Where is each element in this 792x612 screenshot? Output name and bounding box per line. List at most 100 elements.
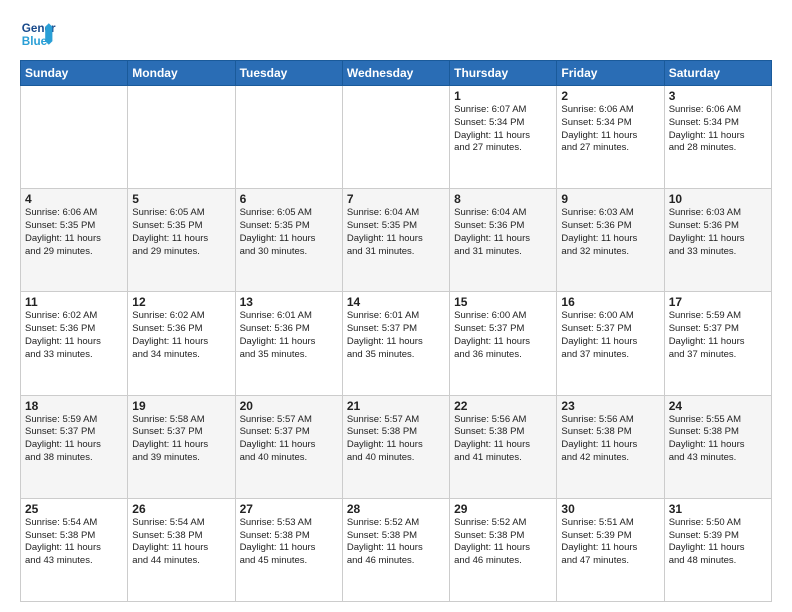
calendar-cell: 9Sunrise: 6:03 AM Sunset: 5:36 PM Daylig… bbox=[557, 189, 664, 292]
day-info: Sunrise: 5:59 AM Sunset: 5:37 PM Dayligh… bbox=[669, 310, 767, 361]
day-number: 4 bbox=[25, 192, 123, 206]
day-header-saturday: Saturday bbox=[664, 61, 771, 86]
day-info: Sunrise: 6:03 AM Sunset: 5:36 PM Dayligh… bbox=[669, 207, 767, 258]
logo-icon: General Blue bbox=[20, 16, 56, 52]
day-header-thursday: Thursday bbox=[450, 61, 557, 86]
calendar-cell: 13Sunrise: 6:01 AM Sunset: 5:36 PM Dayli… bbox=[235, 292, 342, 395]
day-info: Sunrise: 5:56 AM Sunset: 5:38 PM Dayligh… bbox=[454, 414, 552, 465]
calendar-cell: 12Sunrise: 6:02 AM Sunset: 5:36 PM Dayli… bbox=[128, 292, 235, 395]
day-info: Sunrise: 5:52 AM Sunset: 5:38 PM Dayligh… bbox=[347, 517, 445, 568]
day-number: 16 bbox=[561, 295, 659, 309]
calendar-cell: 2Sunrise: 6:06 AM Sunset: 5:34 PM Daylig… bbox=[557, 86, 664, 189]
day-info: Sunrise: 5:58 AM Sunset: 5:37 PM Dayligh… bbox=[132, 414, 230, 465]
logo: General Blue bbox=[20, 16, 58, 52]
day-info: Sunrise: 6:04 AM Sunset: 5:35 PM Dayligh… bbox=[347, 207, 445, 258]
day-info: Sunrise: 6:04 AM Sunset: 5:36 PM Dayligh… bbox=[454, 207, 552, 258]
day-number: 1 bbox=[454, 89, 552, 103]
day-info: Sunrise: 5:57 AM Sunset: 5:38 PM Dayligh… bbox=[347, 414, 445, 465]
calendar-cell: 4Sunrise: 6:06 AM Sunset: 5:35 PM Daylig… bbox=[21, 189, 128, 292]
calendar-cell: 26Sunrise: 5:54 AM Sunset: 5:38 PM Dayli… bbox=[128, 498, 235, 601]
calendar-week-4: 18Sunrise: 5:59 AM Sunset: 5:37 PM Dayli… bbox=[21, 395, 772, 498]
calendar-cell: 14Sunrise: 6:01 AM Sunset: 5:37 PM Dayli… bbox=[342, 292, 449, 395]
day-number: 9 bbox=[561, 192, 659, 206]
calendar-cell: 3Sunrise: 6:06 AM Sunset: 5:34 PM Daylig… bbox=[664, 86, 771, 189]
calendar-cell: 19Sunrise: 5:58 AM Sunset: 5:37 PM Dayli… bbox=[128, 395, 235, 498]
calendar-cell bbox=[235, 86, 342, 189]
calendar-cell: 20Sunrise: 5:57 AM Sunset: 5:37 PM Dayli… bbox=[235, 395, 342, 498]
day-info: Sunrise: 5:53 AM Sunset: 5:38 PM Dayligh… bbox=[240, 517, 338, 568]
day-number: 6 bbox=[240, 192, 338, 206]
calendar-cell: 10Sunrise: 6:03 AM Sunset: 5:36 PM Dayli… bbox=[664, 189, 771, 292]
day-number: 29 bbox=[454, 502, 552, 516]
day-number: 11 bbox=[25, 295, 123, 309]
calendar-cell: 1Sunrise: 6:07 AM Sunset: 5:34 PM Daylig… bbox=[450, 86, 557, 189]
calendar-cell: 15Sunrise: 6:00 AM Sunset: 5:37 PM Dayli… bbox=[450, 292, 557, 395]
calendar-cell: 23Sunrise: 5:56 AM Sunset: 5:38 PM Dayli… bbox=[557, 395, 664, 498]
day-number: 13 bbox=[240, 295, 338, 309]
calendar-cell bbox=[21, 86, 128, 189]
calendar-table: SundayMondayTuesdayWednesdayThursdayFrid… bbox=[20, 60, 772, 602]
day-info: Sunrise: 6:03 AM Sunset: 5:36 PM Dayligh… bbox=[561, 207, 659, 258]
day-header-friday: Friday bbox=[557, 61, 664, 86]
day-number: 5 bbox=[132, 192, 230, 206]
day-info: Sunrise: 6:01 AM Sunset: 5:36 PM Dayligh… bbox=[240, 310, 338, 361]
calendar-cell bbox=[342, 86, 449, 189]
day-header-wednesday: Wednesday bbox=[342, 61, 449, 86]
day-info: Sunrise: 5:51 AM Sunset: 5:39 PM Dayligh… bbox=[561, 517, 659, 568]
calendar-cell: 6Sunrise: 6:05 AM Sunset: 5:35 PM Daylig… bbox=[235, 189, 342, 292]
calendar-cell: 31Sunrise: 5:50 AM Sunset: 5:39 PM Dayli… bbox=[664, 498, 771, 601]
calendar-week-2: 4Sunrise: 6:06 AM Sunset: 5:35 PM Daylig… bbox=[21, 189, 772, 292]
calendar-cell: 25Sunrise: 5:54 AM Sunset: 5:38 PM Dayli… bbox=[21, 498, 128, 601]
calendar-cell: 21Sunrise: 5:57 AM Sunset: 5:38 PM Dayli… bbox=[342, 395, 449, 498]
calendar-cell: 5Sunrise: 6:05 AM Sunset: 5:35 PM Daylig… bbox=[128, 189, 235, 292]
calendar-cell: 18Sunrise: 5:59 AM Sunset: 5:37 PM Dayli… bbox=[21, 395, 128, 498]
day-number: 2 bbox=[561, 89, 659, 103]
calendar-cell: 16Sunrise: 6:00 AM Sunset: 5:37 PM Dayli… bbox=[557, 292, 664, 395]
calendar-cell: 17Sunrise: 5:59 AM Sunset: 5:37 PM Dayli… bbox=[664, 292, 771, 395]
day-number: 7 bbox=[347, 192, 445, 206]
day-number: 30 bbox=[561, 502, 659, 516]
day-number: 24 bbox=[669, 399, 767, 413]
day-number: 8 bbox=[454, 192, 552, 206]
day-info: Sunrise: 6:01 AM Sunset: 5:37 PM Dayligh… bbox=[347, 310, 445, 361]
day-info: Sunrise: 5:56 AM Sunset: 5:38 PM Dayligh… bbox=[561, 414, 659, 465]
day-info: Sunrise: 6:06 AM Sunset: 5:35 PM Dayligh… bbox=[25, 207, 123, 258]
day-number: 22 bbox=[454, 399, 552, 413]
day-info: Sunrise: 5:52 AM Sunset: 5:38 PM Dayligh… bbox=[454, 517, 552, 568]
calendar-cell: 8Sunrise: 6:04 AM Sunset: 5:36 PM Daylig… bbox=[450, 189, 557, 292]
day-info: Sunrise: 6:00 AM Sunset: 5:37 PM Dayligh… bbox=[561, 310, 659, 361]
day-info: Sunrise: 6:00 AM Sunset: 5:37 PM Dayligh… bbox=[454, 310, 552, 361]
header: General Blue bbox=[20, 16, 772, 52]
day-number: 3 bbox=[669, 89, 767, 103]
day-number: 28 bbox=[347, 502, 445, 516]
calendar-cell: 7Sunrise: 6:04 AM Sunset: 5:35 PM Daylig… bbox=[342, 189, 449, 292]
page: General Blue SundayMondayTuesdayWednesda… bbox=[0, 0, 792, 612]
day-number: 15 bbox=[454, 295, 552, 309]
day-number: 14 bbox=[347, 295, 445, 309]
day-info: Sunrise: 5:54 AM Sunset: 5:38 PM Dayligh… bbox=[132, 517, 230, 568]
day-number: 10 bbox=[669, 192, 767, 206]
day-number: 25 bbox=[25, 502, 123, 516]
day-info: Sunrise: 6:05 AM Sunset: 5:35 PM Dayligh… bbox=[240, 207, 338, 258]
calendar-cell: 22Sunrise: 5:56 AM Sunset: 5:38 PM Dayli… bbox=[450, 395, 557, 498]
day-number: 17 bbox=[669, 295, 767, 309]
day-number: 18 bbox=[25, 399, 123, 413]
day-info: Sunrise: 6:06 AM Sunset: 5:34 PM Dayligh… bbox=[669, 104, 767, 155]
calendar-week-1: 1Sunrise: 6:07 AM Sunset: 5:34 PM Daylig… bbox=[21, 86, 772, 189]
day-number: 27 bbox=[240, 502, 338, 516]
calendar-header-row: SundayMondayTuesdayWednesdayThursdayFrid… bbox=[21, 61, 772, 86]
day-info: Sunrise: 6:06 AM Sunset: 5:34 PM Dayligh… bbox=[561, 104, 659, 155]
day-number: 12 bbox=[132, 295, 230, 309]
svg-text:Blue: Blue bbox=[22, 35, 48, 48]
calendar-cell: 29Sunrise: 5:52 AM Sunset: 5:38 PM Dayli… bbox=[450, 498, 557, 601]
calendar-cell: 11Sunrise: 6:02 AM Sunset: 5:36 PM Dayli… bbox=[21, 292, 128, 395]
day-info: Sunrise: 5:59 AM Sunset: 5:37 PM Dayligh… bbox=[25, 414, 123, 465]
calendar-week-5: 25Sunrise: 5:54 AM Sunset: 5:38 PM Dayli… bbox=[21, 498, 772, 601]
day-number: 20 bbox=[240, 399, 338, 413]
day-info: Sunrise: 5:55 AM Sunset: 5:38 PM Dayligh… bbox=[669, 414, 767, 465]
day-info: Sunrise: 5:54 AM Sunset: 5:38 PM Dayligh… bbox=[25, 517, 123, 568]
calendar-cell bbox=[128, 86, 235, 189]
calendar-cell: 30Sunrise: 5:51 AM Sunset: 5:39 PM Dayli… bbox=[557, 498, 664, 601]
day-info: Sunrise: 5:50 AM Sunset: 5:39 PM Dayligh… bbox=[669, 517, 767, 568]
calendar-cell: 24Sunrise: 5:55 AM Sunset: 5:38 PM Dayli… bbox=[664, 395, 771, 498]
